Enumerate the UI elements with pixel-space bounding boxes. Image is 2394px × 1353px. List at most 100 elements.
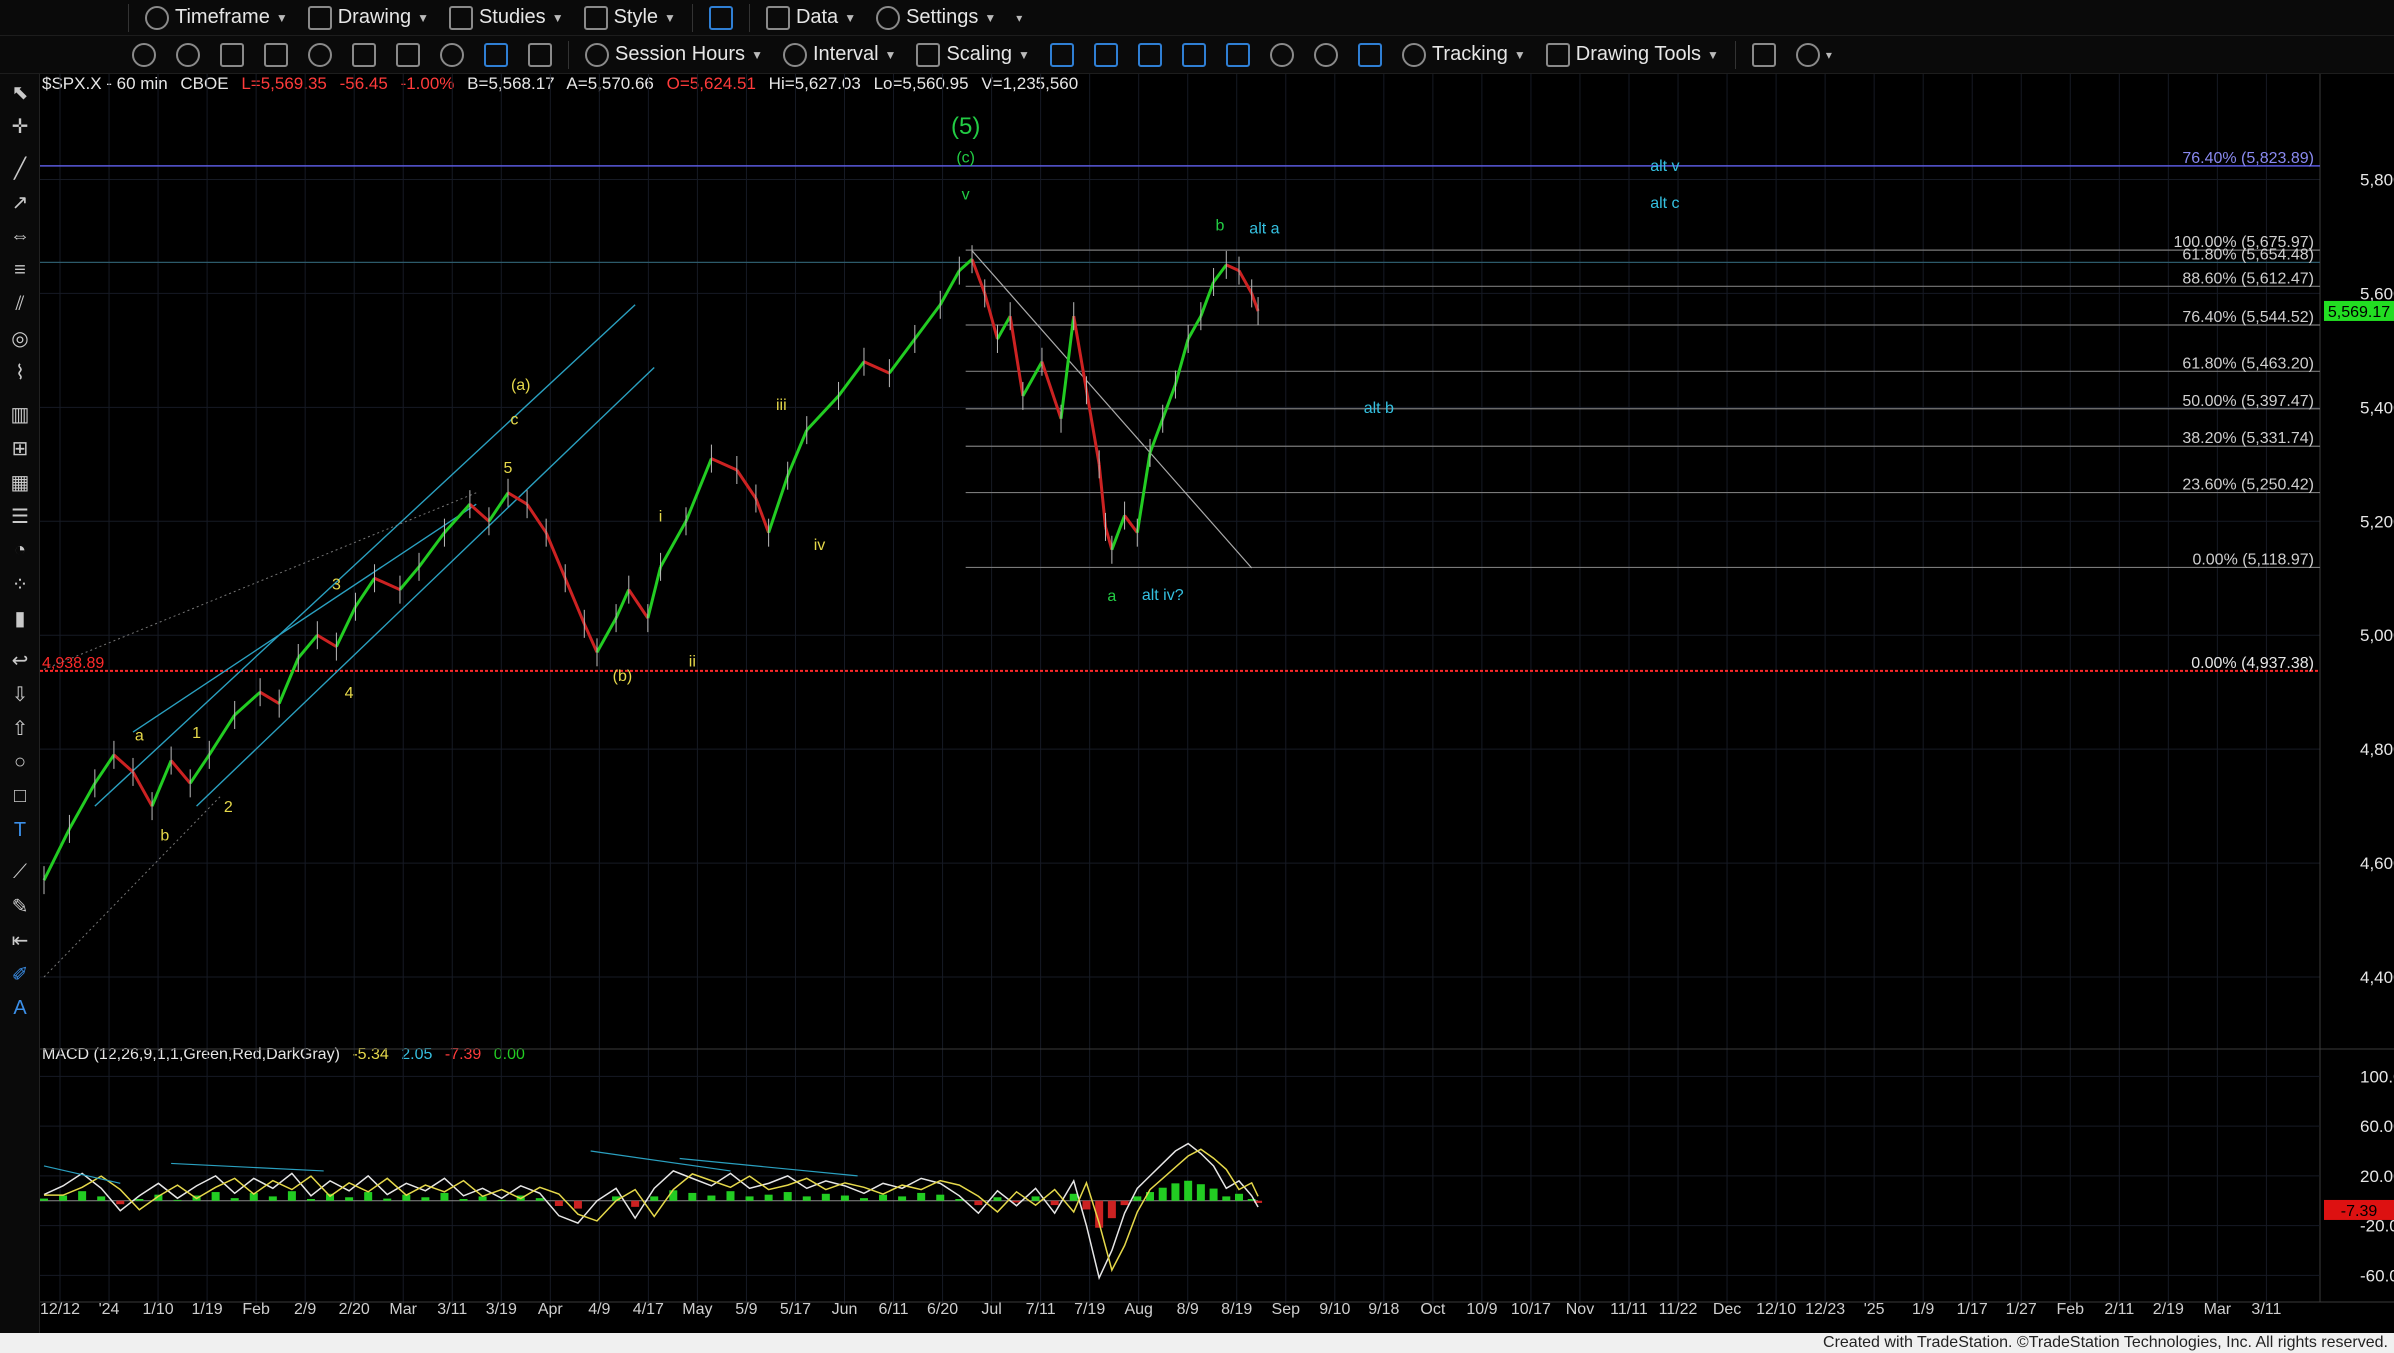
x-axis-tick-label: 10/17	[1511, 1301, 1551, 1318]
snapshot-button[interactable]	[520, 40, 560, 70]
macd-histogram-bar	[974, 1200, 983, 1206]
pitchfork-icon[interactable]: ⌇	[8, 360, 32, 384]
vertical-lines-icon[interactable]: ▥	[8, 402, 32, 426]
price-candle-segment	[150, 759, 173, 807]
wave-label: (5)	[951, 113, 980, 140]
rectangle-icon[interactable]: □	[8, 784, 32, 808]
scaling-icon	[916, 42, 941, 67]
grid-button[interactable]	[1350, 40, 1390, 70]
lines-icon[interactable]: ☰	[8, 504, 32, 528]
wave-label: alt a	[1249, 221, 1279, 238]
tracking-label: Tracking	[1431, 43, 1508, 65]
price-candle-segment	[1173, 338, 1190, 385]
search-button[interactable]	[432, 40, 472, 70]
x-axis-tick-label: 9/18	[1368, 1301, 1399, 1318]
drawing-tools-button[interactable]: Drawing Tools ▼	[1538, 40, 1727, 70]
scroll-left-button[interactable]	[1130, 40, 1170, 70]
x-axis-tick-label: 6/11	[879, 1301, 909, 1318]
layout-button[interactable]	[701, 3, 741, 33]
session-hours-button[interactable]: Session Hours ▼	[577, 40, 771, 70]
price-candle-segment	[767, 475, 790, 534]
indicator-button[interactable]	[476, 40, 516, 70]
bar-icon	[1093, 42, 1118, 67]
x-axis-tick-label: 9/10	[1319, 1301, 1350, 1318]
edit-icon[interactable]: ✎	[8, 894, 32, 918]
arc-icon[interactable]: ↩	[8, 648, 32, 672]
crosshair-icon[interactable]: ✛	[8, 114, 32, 138]
arrow-up-icon[interactable]: ⇧	[8, 716, 32, 740]
layout-button-2[interactable]	[1218, 40, 1258, 70]
cycle-tool-button[interactable]	[168, 40, 208, 70]
price-candle-segment	[1104, 526, 1114, 551]
refresh-button[interactable]	[300, 40, 340, 70]
x-axis-tick-label: 11/22	[1659, 1301, 1698, 1318]
dotted-trendline	[43, 794, 223, 978]
price-candle-segment	[970, 258, 987, 294]
gann-icon[interactable]: ⊞	[8, 436, 32, 460]
scaling-button[interactable]: Scaling ▼	[908, 40, 1038, 70]
wave-label: iv	[814, 537, 826, 554]
macd-signal-line	[44, 1148, 1259, 1273]
zoom-tool-button[interactable]	[124, 40, 164, 70]
fib-level-label: 38.20% (5,331.74)	[2182, 430, 2314, 447]
scroll-right-button[interactable]	[1174, 40, 1214, 70]
draw-mode-icon[interactable]: ✐	[8, 962, 32, 986]
zoom-in-button[interactable]	[1262, 40, 1302, 70]
fibonacci-icon[interactable]: ≡	[8, 258, 32, 282]
timeframe-button[interactable]: Timeframe ▼	[137, 3, 296, 33]
text-mode-icon[interactable]: A	[8, 996, 32, 1020]
bars-icon[interactable]: ▮	[8, 606, 32, 630]
ray-icon[interactable]: ↗	[8, 190, 32, 214]
ellipse-icon[interactable]: ○	[8, 750, 32, 774]
price-candle-segment	[563, 577, 586, 625]
more-button[interactable]: ▾	[1008, 3, 1030, 33]
bar-style-button[interactable]	[1086, 40, 1126, 70]
chevron-down-icon: ▼	[1707, 47, 1719, 62]
price-candle-segment	[417, 531, 446, 568]
chevron-down-icon: ▼	[664, 10, 676, 25]
wave-label: 1	[192, 725, 201, 742]
tracking-icon	[1401, 42, 1426, 67]
speed-icon[interactable]: ◔	[8, 538, 32, 562]
macd-histogram-bar	[1082, 1200, 1091, 1210]
data-button[interactable]: Data ▼	[758, 3, 864, 33]
text-icon[interactable]: T	[8, 818, 32, 842]
settings-button[interactable]: Settings ▼	[868, 3, 1004, 33]
arrow-down-icon[interactable]: ⇩	[8, 682, 32, 706]
zoom-out-button[interactable]	[1306, 40, 1346, 70]
style-button[interactable]: Style ▼	[576, 3, 684, 33]
trendline-icon[interactable]: ╱	[8, 156, 32, 180]
window-tool-button[interactable]	[212, 40, 252, 70]
x-axis-tick-label: 1/17	[1957, 1301, 1988, 1318]
fib-level-label: 61.80% (5,654.48)	[2182, 246, 2314, 263]
drawing-tools-icon	[1545, 42, 1570, 67]
link-button[interactable]	[344, 40, 384, 70]
chat-button[interactable]: ▾	[1788, 40, 1840, 70]
price-candle-segment	[93, 754, 116, 785]
candle-style-button[interactable]	[1042, 40, 1082, 70]
grid-tool-icon[interactable]: ▦	[8, 470, 32, 494]
cycle-icon[interactable]: ◎	[8, 326, 32, 350]
tracking-button[interactable]: Tracking ▼	[1394, 40, 1534, 70]
goto-start-icon[interactable]: ⇤	[8, 928, 32, 952]
chart-panel[interactable]: 12/12 '24 1/10 1/19 Feb 2/9 2/20 Mar 3/11 3/19 Apr…	[40, 74, 2394, 1340]
x-axis-tick-label: Mar	[389, 1301, 417, 1318]
interval-button[interactable]: Interval ▼	[775, 40, 904, 70]
eraser-icon[interactable]: ⟋	[8, 860, 32, 884]
dots-icon[interactable]: ⁘	[8, 572, 32, 596]
circle-icon	[176, 42, 200, 67]
x-axis-tick-label: 8/9	[1177, 1301, 1199, 1318]
drawing-label: Drawing	[337, 6, 412, 28]
channel-icon[interactable]: ⫽	[8, 292, 32, 316]
share-button[interactable]	[1744, 40, 1784, 70]
studies-icon	[448, 5, 473, 30]
studies-button[interactable]: Studies ▼	[441, 3, 572, 33]
macd-histogram-bar	[1222, 1196, 1231, 1201]
pointer-icon[interactable]: ⬉	[8, 80, 32, 104]
chevron-down-icon: ▼	[884, 47, 897, 62]
horizontal-line-icon[interactable]: ⇔	[8, 224, 32, 248]
drawing-button[interactable]: Drawing ▼	[300, 3, 437, 33]
save-button[interactable]	[388, 40, 428, 70]
last-price-label: 5,569.17	[2328, 304, 2390, 321]
pen-tool-button[interactable]	[256, 40, 296, 70]
